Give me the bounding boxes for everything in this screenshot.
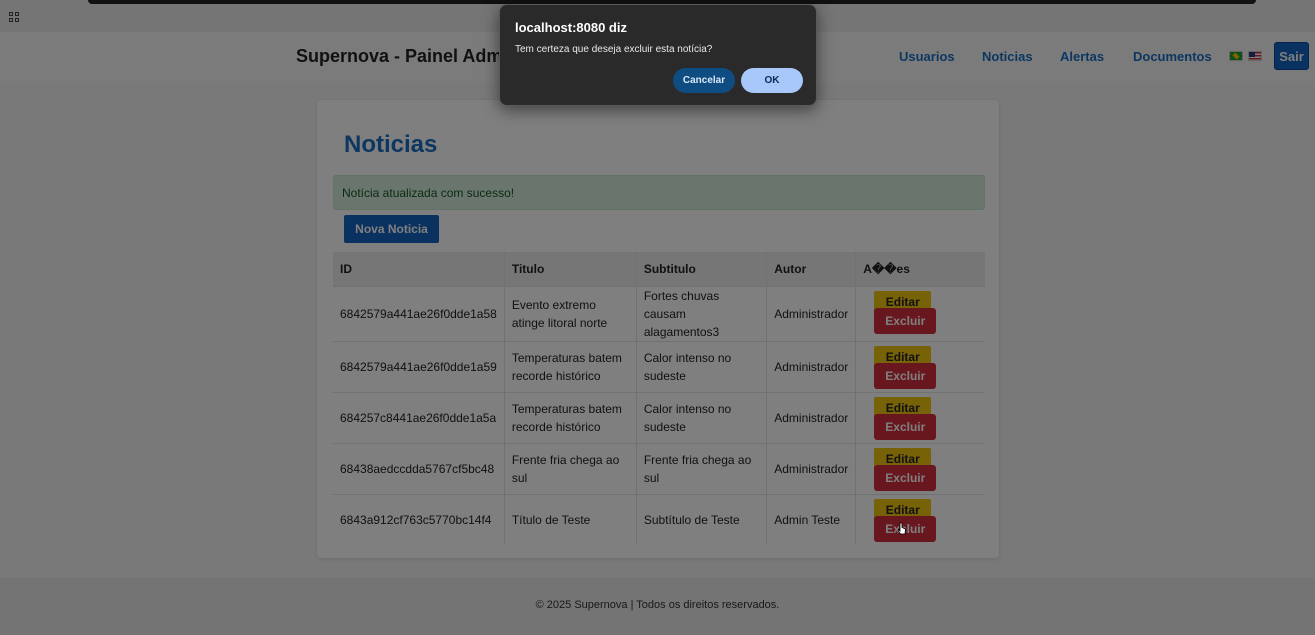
- confirm-dialog: localhost:8080 diz Tem certeza que desej…: [499, 4, 817, 106]
- dialog-message: Tem certeza que deseja excluir esta notí…: [515, 44, 713, 55]
- mouse-pointer-icon: [897, 522, 906, 535]
- dialog-cancel-button[interactable]: Cancelar: [673, 68, 735, 93]
- dialog-title: localhost:8080 diz: [515, 20, 627, 35]
- dialog-ok-button[interactable]: OK: [741, 68, 803, 93]
